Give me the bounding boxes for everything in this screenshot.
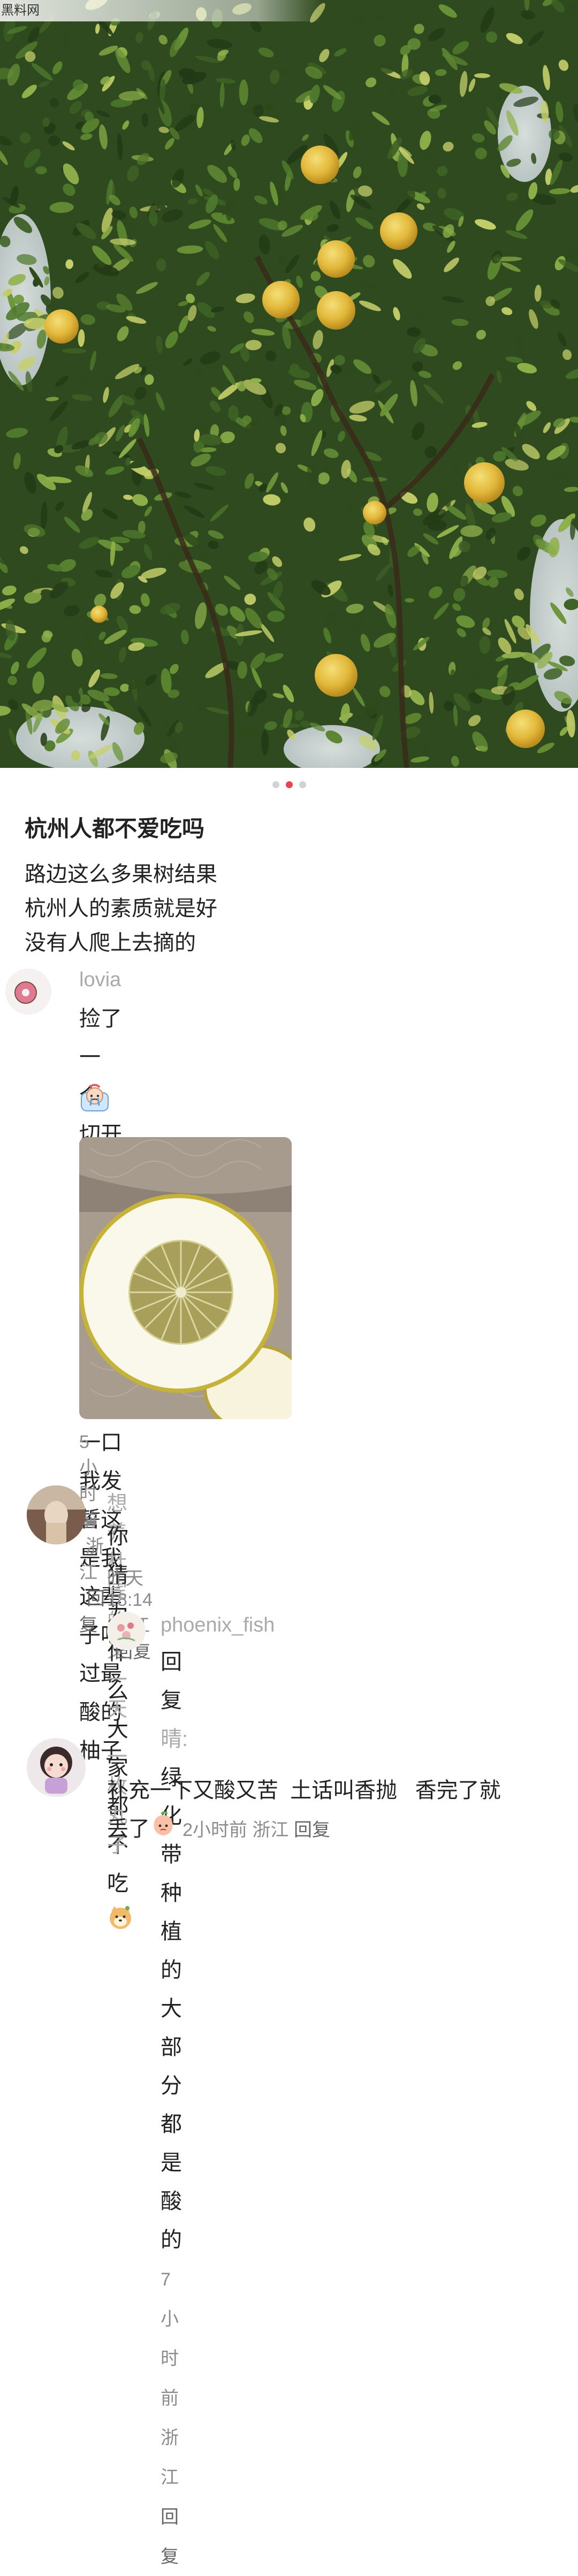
comment-meta: 7小时前 浙江 回复 <box>161 2269 179 2567</box>
comment-line-text: 的 <box>161 2228 182 2252</box>
carousel-indicator <box>0 781 578 788</box>
carousel-dot[interactable] <box>272 781 279 788</box>
carousel-dot[interactable] <box>299 781 306 788</box>
comment-time: 昨天 18:14 <box>107 1568 153 1610</box>
reply-prefix: 回复 <box>161 1650 182 1712</box>
comment-time: 2小时前 <box>182 1820 248 1840</box>
avatar[interactable] <box>5 969 51 1015</box>
post-line: 没有人爬上去摘的 <box>25 931 196 955</box>
reply-button[interactable]: 回复 <box>294 1820 330 1840</box>
post-image-carousel[interactable]: 黑料网 <box>0 0 578 768</box>
reply-button[interactable]: 回复 <box>161 2507 179 2567</box>
carousel-dot-active[interactable] <box>285 781 293 788</box>
comment-line-text: 丢了 <box>107 1817 150 1841</box>
shiba-emoji-icon <box>107 1904 134 1943</box>
comment-image[interactable] <box>79 1137 292 1419</box>
comment-line: 回复 晴: 绿化带种植的大部分都是酸 <box>161 1643 188 2221</box>
comment-line: 补充一下又酸又苦 土话叫香抛 香完了就 <box>107 1779 501 1802</box>
post-body: 路边这么多果树结果 杭州人的素质就是好 没有人爬上去摘的 <box>25 857 217 960</box>
reply-target[interactable]: 晴: <box>161 1727 188 1751</box>
comment-location: 浙江 <box>252 1820 289 1840</box>
pomelo-tree-photo <box>0 0 578 768</box>
reply-button[interactable]: 回复 <box>79 1589 105 1635</box>
peach-emoji-icon <box>150 1811 177 1850</box>
comment-author[interactable]: lovia <box>79 969 121 992</box>
donut-avatar-icon <box>6 969 51 1014</box>
comment-text: 补充一下又酸又苦 土话叫香抛 香完了就 丢了 2小时前 浙江 回复 <box>107 1771 501 1850</box>
user-photo-avatar-icon <box>27 1485 86 1544</box>
watermark: 黑料网 <box>0 0 322 21</box>
comment-location: 浙江 <box>79 1536 104 1583</box>
comment-meta: 5小时前 浙江 回复 <box>79 1432 105 1636</box>
flower-avatar-icon <box>107 1612 146 1650</box>
comment-author[interactable]: phoenix_fish <box>161 1614 275 1637</box>
avatar[interactable] <box>27 1738 86 1797</box>
comment-time: 7小时前 <box>161 2269 179 2409</box>
crying-emoji-icon <box>79 1082 110 1113</box>
pomelo-slice-photo <box>79 1137 292 1419</box>
comment-line: 的 7小时前 浙江 回复 <box>161 2221 188 2576</box>
post-line: 杭州人的素质就是好 <box>25 897 217 920</box>
post-line: 路边这么多果树结果 <box>25 863 217 886</box>
avatar[interactable] <box>27 1485 86 1544</box>
girl-avatar-icon <box>27 1738 86 1797</box>
comment-line: 丢了 2小时前 浙江 回复 <box>107 1810 501 1850</box>
avatar[interactable] <box>107 1612 146 1650</box>
comment-meta: 2小时前 浙江 回复 <box>182 1820 330 1840</box>
comment-location: 浙江 <box>161 2428 179 2488</box>
post-title: 杭州人都不爱吃吗 <box>25 816 205 841</box>
